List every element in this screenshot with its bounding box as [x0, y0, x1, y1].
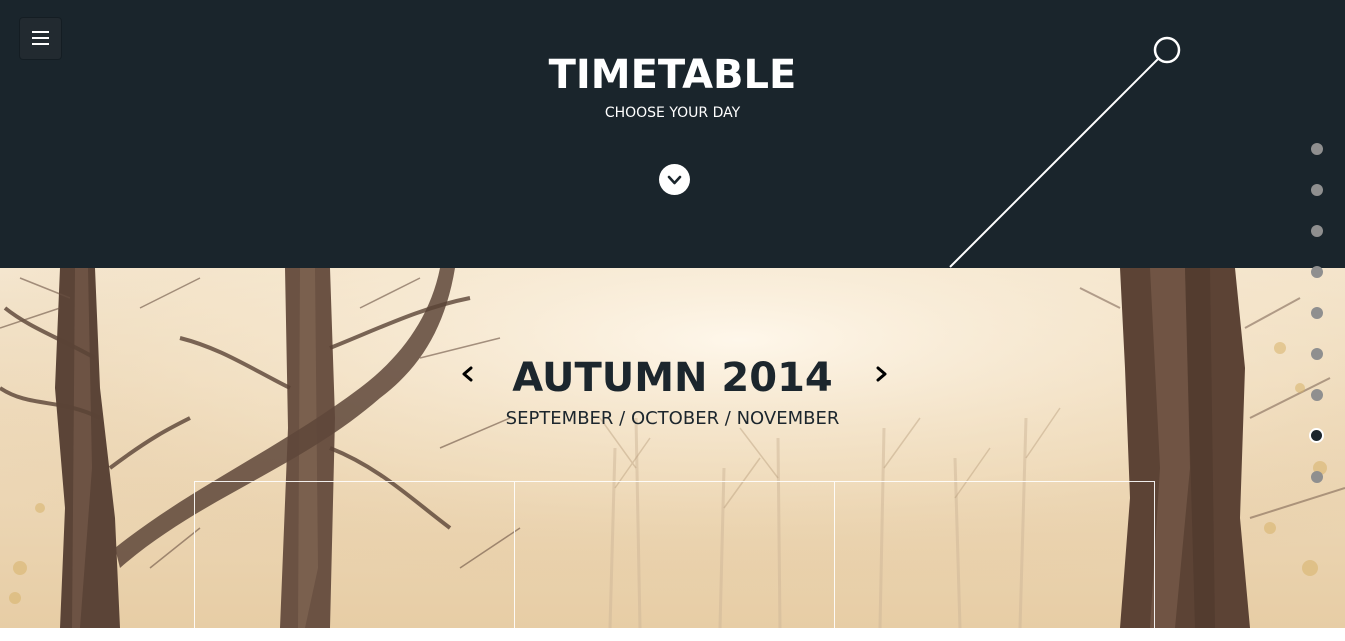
nav-dot-1[interactable]: [1311, 143, 1323, 155]
header: TIMETABLE CHOOSE YOUR DAY: [0, 0, 1345, 268]
nav-dot-6[interactable]: [1311, 348, 1323, 360]
timetable-grid: [194, 481, 1155, 641]
season-months: SEPTEMBER / OCTOBER / NOVEMBER: [505, 408, 840, 429]
hamburger-icon-bar: [32, 43, 49, 45]
chevron-right-icon: [876, 366, 887, 382]
grid-divider: [834, 482, 835, 640]
nav-dot-2[interactable]: [1311, 184, 1323, 196]
nav-dot-4[interactable]: [1311, 266, 1323, 278]
grid-divider: [514, 482, 515, 640]
scroll-down-button[interactable]: [659, 164, 690, 195]
nav-dot-9[interactable]: [1311, 471, 1323, 483]
next-season-button[interactable]: [869, 362, 893, 386]
hamburger-icon: [32, 31, 49, 33]
hamburger-icon-bar: [32, 37, 49, 39]
chevron-down-icon: [667, 175, 682, 185]
season-title: AUTUMN 2014: [512, 355, 833, 401]
nav-dot-7[interactable]: [1311, 389, 1323, 401]
page-subtitle: CHOOSE YOUR DAY: [604, 105, 741, 121]
page-title: TIMETABLE: [548, 52, 797, 98]
nav-dot-8[interactable]: [1311, 430, 1322, 441]
nav-dot-5[interactable]: [1311, 307, 1323, 319]
nav-dot-3[interactable]: [1311, 225, 1323, 237]
